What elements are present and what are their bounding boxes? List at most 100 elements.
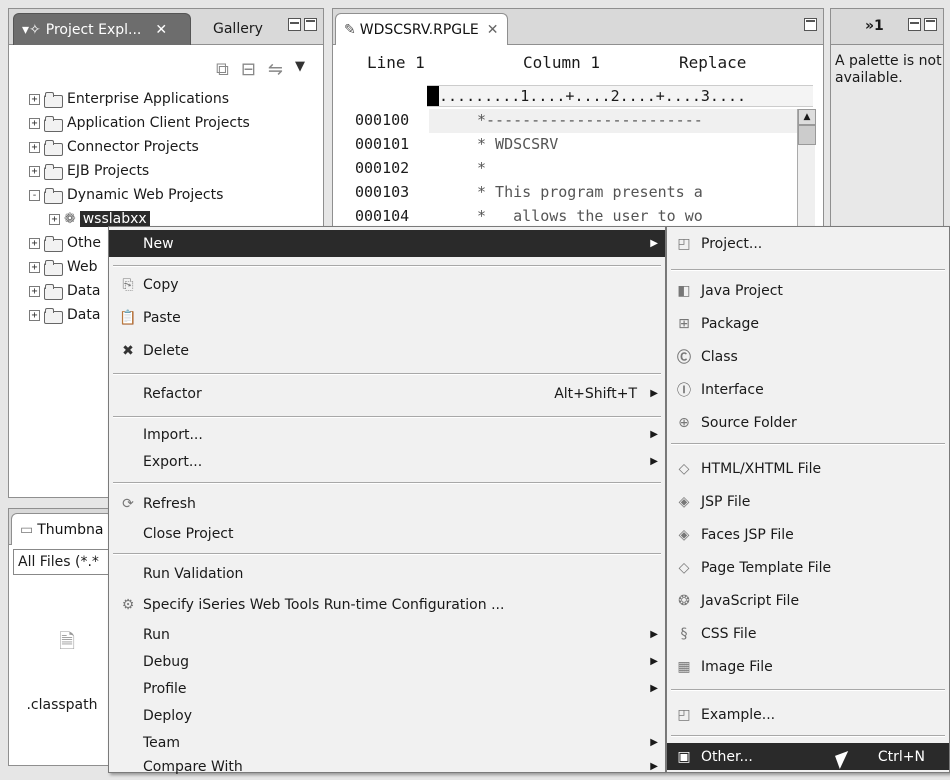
- menu-item-debug[interactable]: Debug ▶: [109, 648, 665, 675]
- tree-item-label: Data: [67, 283, 101, 299]
- expander-icon[interactable]: +: [29, 117, 40, 129]
- menu-item-export[interactable]: Export... ▶: [109, 448, 665, 475]
- view-menu-icon[interactable]: ▼: [295, 59, 305, 80]
- expander-icon[interactable]: +: [29, 141, 40, 153]
- configuration-icon: ⚙: [121, 596, 135, 613]
- expander-icon[interactable]: -: [29, 189, 40, 201]
- tree-item-ejb-projects[interactable]: + EJB Projects: [29, 159, 149, 183]
- tree-item-data-1[interactable]: + Data: [29, 279, 100, 303]
- tab-wdscsrv-rpgle[interactable]: ✎ WDSCSRV.RPGLE ✕: [335, 13, 508, 45]
- tab-project-explorer[interactable]: ▾✧ Project Expl... ✕: [13, 13, 191, 45]
- menu-item-paste[interactable]: 📋 Paste: [109, 304, 665, 331]
- code-line[interactable]: * This program presents a: [477, 183, 797, 201]
- maximize-icon[interactable]: [924, 18, 937, 31]
- copy-icon: ⎘: [122, 276, 134, 293]
- expander-icon[interactable]: +: [29, 309, 40, 321]
- palette-tabbar: »1: [831, 9, 943, 45]
- expander-icon[interactable]: +: [29, 93, 40, 105]
- menu-item-delete[interactable]: ✖ Delete: [109, 337, 665, 364]
- overflow-indicator[interactable]: »1: [865, 18, 884, 34]
- tree-item-application-client-projects[interactable]: + Application Client Projects: [29, 111, 250, 135]
- editor-vertical-scrollbar[interactable]: ▲: [797, 109, 816, 229]
- link-with-editor-icon[interactable]: ⧉: [216, 59, 229, 80]
- submenu-item-jsp-file[interactable]: ◈ JSP File: [667, 488, 949, 515]
- submenu-item-html-file[interactable]: ◇ HTML/XHTML File: [667, 455, 949, 482]
- tab-thumbnail-label: Thumbna: [37, 521, 104, 538]
- submenu-item-image-file[interactable]: ▦ Image File: [667, 653, 949, 680]
- folder-icon: [44, 140, 63, 156]
- submenu-item-java-project[interactable]: ◧ Java Project: [667, 277, 949, 304]
- submenu-item-example[interactable]: ◰ Example...: [667, 701, 949, 728]
- submenu-item-javascript-file[interactable]: ❂ JavaScript File: [667, 587, 949, 614]
- submenu-item-css-file[interactable]: § CSS File: [667, 620, 949, 647]
- submenu-item-project[interactable]: ◰ Project...: [667, 230, 949, 257]
- menu-item-run[interactable]: Run ▶: [109, 621, 665, 648]
- minimize-icon[interactable]: [908, 18, 921, 31]
- code-line[interactable]: *: [477, 159, 486, 177]
- expander-icon[interactable]: +: [49, 213, 60, 225]
- submenu-item-package[interactable]: ⊞ Package: [667, 310, 949, 337]
- menu-item-run-validation[interactable]: Run Validation: [109, 560, 665, 587]
- menu-item-label: Copy: [143, 276, 179, 293]
- maximize-icon[interactable]: [304, 18, 317, 31]
- submenu-item-page-template-file[interactable]: ◇ Page Template File: [667, 554, 949, 581]
- menu-item-close-project[interactable]: Close Project: [109, 520, 665, 547]
- menu-separator: [671, 269, 945, 271]
- menu-item-specify-runtime-config[interactable]: ⚙ Specify iSeries Web Tools Run-time Con…: [109, 591, 665, 618]
- expander-icon[interactable]: +: [29, 261, 40, 273]
- minimize-icon[interactable]: [288, 18, 301, 31]
- submenu-item-interface[interactable]: Ⓘ Interface: [667, 376, 949, 403]
- expander-icon[interactable]: +: [29, 285, 40, 297]
- editor-status-line: Line 1 Column 1 Replace: [333, 53, 823, 81]
- submenu-arrow-icon: ▶: [650, 683, 658, 694]
- close-icon[interactable]: ✕: [155, 22, 167, 38]
- menu-item-import[interactable]: Import... ▶: [109, 421, 665, 448]
- menu-separator: [671, 689, 945, 691]
- menu-item-refresh[interactable]: ⟳ Refresh: [109, 490, 665, 517]
- menu-item-copy[interactable]: ⎘ Copy: [109, 271, 665, 298]
- tab-gallery[interactable]: Gallery: [205, 13, 271, 45]
- menu-separator: [113, 553, 661, 555]
- tree-item-data-2[interactable]: + Data: [29, 303, 100, 327]
- tree-item-connector-projects[interactable]: + Connector Projects: [29, 135, 199, 159]
- menu-item-label: Team: [143, 734, 181, 751]
- tree-item-dynamic-web-projects[interactable]: - Dynamic Web Projects: [29, 183, 223, 207]
- code-line[interactable]: * WDSCSRV: [477, 135, 558, 153]
- submenu-item-label: Image File: [701, 658, 773, 675]
- tree-item-other[interactable]: + Othe: [29, 231, 101, 255]
- menu-item-compare-with[interactable]: Compare With ▶: [109, 753, 665, 780]
- file-filter-value: All Files (*.*: [18, 554, 99, 570]
- filter-icon[interactable]: ⇋: [268, 59, 283, 80]
- menu-item-team[interactable]: Team ▶: [109, 729, 665, 756]
- tab-thumbnail[interactable]: ▭ Thumbna: [11, 513, 113, 545]
- sequence-number: 000102: [355, 159, 410, 177]
- scroll-up-icon[interactable]: ▲: [798, 109, 816, 125]
- folder-icon: [44, 308, 63, 324]
- tree-item-web[interactable]: + Web: [29, 255, 98, 279]
- code-line[interactable]: *------------------------: [477, 111, 797, 129]
- scroll-thumb[interactable]: [798, 125, 816, 145]
- css-file-icon: §: [680, 625, 688, 642]
- expander-icon[interactable]: +: [29, 237, 40, 249]
- submenu-item-other[interactable]: ▣ Other... Ctrl+N: [667, 743, 949, 770]
- code-line[interactable]: * allows the user to wo: [477, 207, 797, 225]
- web-project-icon: ❁: [64, 211, 76, 227]
- close-icon[interactable]: ✕: [487, 22, 499, 38]
- submenu-item-label: JSP File: [701, 493, 751, 510]
- submenu-item-label: Other...: [701, 748, 753, 765]
- maximize-icon[interactable]: [804, 18, 817, 31]
- submenu-item-source-folder[interactable]: ⊕ Source Folder: [667, 409, 949, 436]
- menu-item-deploy[interactable]: Deploy: [109, 702, 665, 729]
- tree-item-enterprise-applications[interactable]: + Enterprise Applications: [29, 87, 229, 111]
- expander-icon[interactable]: +: [29, 165, 40, 177]
- menu-item-new[interactable]: New ▶: [109, 230, 665, 257]
- menu-item-refactor[interactable]: Refactor Alt+Shift+T ▶: [109, 380, 665, 407]
- pencil-icon: ✎: [344, 21, 356, 38]
- folder-icon: [44, 260, 63, 276]
- submenu-item-label: Example...: [701, 706, 776, 723]
- submenu-item-class[interactable]: Ⓒ Class: [667, 343, 949, 370]
- collapse-all-icon[interactable]: ⊟: [241, 59, 256, 80]
- submenu-item-faces-jsp-file[interactable]: ◈ Faces JSP File: [667, 521, 949, 548]
- menu-item-profile[interactable]: Profile ▶: [109, 675, 665, 702]
- palette-window-buttons: [908, 18, 937, 31]
